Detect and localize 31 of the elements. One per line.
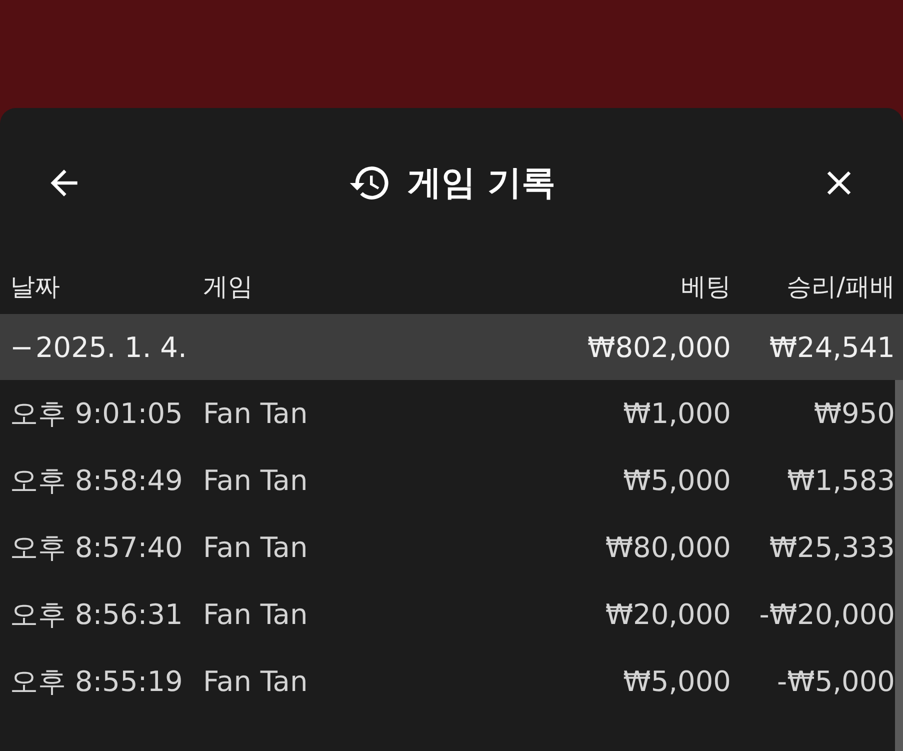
table-cell-text: Fan Tan	[202, 397, 309, 430]
column-header: 베팅	[680, 270, 731, 302]
table-cell-text: ₩1,000	[622, 397, 731, 430]
collapse-toggle[interactable]: −	[10, 330, 34, 364]
table-cell-text: Fan Tan	[202, 531, 309, 564]
table-cell-text: Fan Tan	[202, 464, 309, 497]
table-cell-text: 오후 8:57:40	[9, 530, 184, 566]
table-cell-text: ₩950	[812, 397, 895, 430]
table-cell-text: ₩5,000	[622, 464, 731, 497]
table-cell-text: 오후 8:56:31	[9, 596, 184, 632]
table-cell-text: ₩80,000	[604, 531, 731, 564]
date-group-row[interactable]: −2025. 1. 4. ₩802,000 ₩24,541	[0, 314, 903, 380]
scrollbar[interactable]	[895, 380, 903, 751]
table-cell-text: ₩1,583	[786, 464, 895, 497]
table-cell-text: ₩5,000	[622, 665, 731, 698]
table-cell-text: -₩5,000	[776, 665, 895, 698]
table-cell-text: ₩25,333	[768, 531, 895, 564]
group-date: 2025. 1. 4.	[35, 330, 187, 364]
column-header: 게임	[202, 270, 254, 302]
column-header: 승리/패배	[786, 270, 895, 302]
group-result-total: ₩24,541	[768, 330, 895, 364]
table-cell-text: ₩20,000	[604, 598, 731, 631]
column-header: 날짜	[9, 270, 61, 302]
table-cell-text: 오후 8:58:49	[9, 462, 184, 498]
window-title: 게임 기록	[408, 162, 556, 205]
table-cell-text: Fan Tan	[202, 665, 309, 698]
group-bet-total: ₩802,000	[586, 330, 731, 364]
table-cell-text: 오후 8:55:19	[9, 664, 184, 700]
table-cell-text: Fan Tan	[202, 598, 309, 631]
table-cell-text: -₩20,000	[758, 598, 895, 631]
table-cell-text: 오후 9:01:05	[9, 396, 184, 432]
